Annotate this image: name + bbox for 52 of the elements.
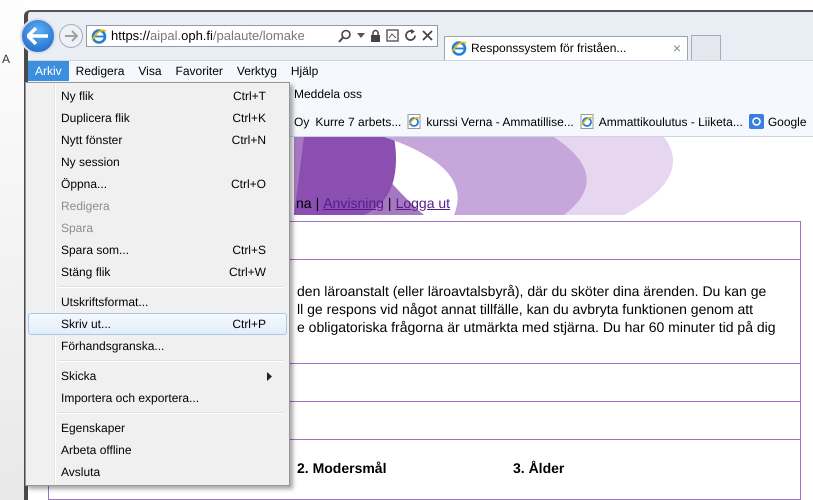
menu-item[interactable]: Importera och exportera... <box>28 387 287 409</box>
instruction-text: den läroanstalt (eller läroavtalsbyrå), där du sköter dina ärenden. Du kan ge <box>297 282 768 300</box>
back-button[interactable] <box>20 18 56 54</box>
menu-item[interactable]: Skicka <box>28 365 287 387</box>
url-text: https://aipal.oph.fi/palaute/lomake <box>111 28 306 44</box>
menu-item[interactable]: Arbeta offline <box>28 439 287 461</box>
command-bar-item[interactable]: Meddela oss <box>294 87 362 102</box>
menu-item[interactable]: Skriv ut... Ctrl+P <box>28 313 287 335</box>
favorite-link[interactable]: kurssi Verna - Ammatillise... <box>407 114 574 130</box>
close-icon[interactable] <box>422 30 433 42</box>
tab-close-button[interactable]: × <box>672 40 681 56</box>
browser-logo-icon <box>91 28 107 44</box>
browser-tab[interactable]: Responssystem för friståen... × <box>444 36 688 60</box>
menu-item[interactable]: Spara som... Ctrl+S <box>28 239 287 261</box>
menu-item[interactable]: Egenskaper <box>28 417 287 439</box>
menu-bar-item[interactable]: Verktyg <box>230 60 284 81</box>
menu-bar-item[interactable]: Visa <box>131 60 169 81</box>
question-heading: 3. Ålder <box>513 460 566 478</box>
submenu-arrow-icon <box>267 372 272 380</box>
refresh-icon[interactable] <box>404 29 417 42</box>
menu-bar-item[interactable]: Redigera <box>68 60 132 81</box>
menu-bar-item[interactable]: Hjälp <box>284 60 326 81</box>
instruction-text: e obligatoriska frågorna är utmärkta med stjärna. Du har 60 minuter tid på dig <box>297 318 777 336</box>
menu-item[interactable]: Stäng flik Ctrl+W <box>28 261 287 283</box>
search-icon[interactable] <box>338 28 352 43</box>
forward-arrow-icon <box>64 30 78 42</box>
nav-separator: | <box>388 195 392 211</box>
menu-bar-item[interactable]: Favoriter <box>168 60 230 81</box>
favorite-link[interactable]: Ammattikoulutus - Liiketa... <box>580 114 743 130</box>
favorite-link[interactable]: Google <box>748 114 807 130</box>
browser-logo-icon <box>451 40 467 56</box>
lock-icon[interactable] <box>370 29 381 42</box>
page-icon[interactable] <box>386 29 399 42</box>
back-arrow-icon <box>27 26 49 45</box>
question-heading: 2. Modersmål <box>297 460 388 478</box>
menu-item[interactable]: Avsluta <box>28 461 287 483</box>
nav-link-text: na <box>296 195 312 211</box>
menu-item[interactable]: Förhandsgranska... <box>28 335 287 357</box>
menu-item[interactable]: Nytt fönster Ctrl+N <box>28 129 287 151</box>
caret-icon[interactable] <box>357 32 365 39</box>
address-field[interactable]: https://aipal.oph.fi/palaute/lomake <box>86 24 438 47</box>
menu-item[interactable]: Öppna... Ctrl+O <box>28 173 287 195</box>
nav-separator: | <box>316 195 320 211</box>
favorite-link[interactable]: Kurre 7 arbets... <box>315 114 402 129</box>
background-window-text: A <box>2 52 10 66</box>
instruction-text: ll ge respons vid något annat tillfälle, kan du avbryta funktionen genom att <box>297 300 754 318</box>
menu-item[interactable]: Ny flik Ctrl+T <box>28 85 287 107</box>
favorite-link[interactable]: Oy <box>294 114 310 129</box>
menu-item[interactable]: Duplicera flik Ctrl+K <box>28 107 287 129</box>
tab-title: Responssystem för friståen... <box>471 41 628 56</box>
menu-item[interactable]: Ny session <box>28 151 287 173</box>
menu-item[interactable]: Utskriftsformat... <box>28 291 287 313</box>
